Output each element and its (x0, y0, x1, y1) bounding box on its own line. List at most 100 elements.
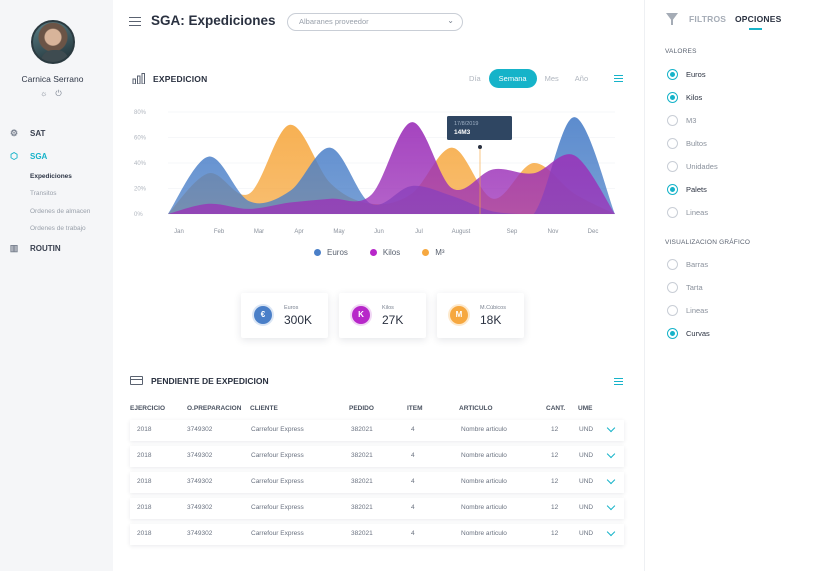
options-panel: FILTROS OPCIONES VALORES Euros Kilos M3 … (644, 0, 816, 571)
cell-cantidad: 12 (551, 530, 559, 537)
radio-icon[interactable] (667, 184, 678, 195)
option-lineas-grafico[interactable]: Lineas (667, 305, 708, 316)
legend-item-kilos[interactable]: Kilos (369, 248, 401, 257)
table-row[interactable]: 2018 3749302 Carrefour Express 382021 4 … (130, 498, 624, 519)
column-header[interactable]: O.PREPARACION (187, 405, 241, 412)
chevron-down-icon[interactable] (606, 501, 616, 511)
legend-item-m3[interactable]: M³ (422, 248, 445, 257)
radio-icon[interactable] (667, 69, 678, 80)
column-header[interactable]: ITEM (407, 405, 423, 412)
table-row[interactable]: 2018 3749302 Carrefour Express 382021 4 … (130, 420, 624, 441)
option-m3[interactable]: M3 (667, 115, 696, 126)
period-day[interactable]: Día (461, 69, 489, 88)
column-header[interactable]: CANT. (546, 405, 565, 412)
x-tick-label: Mar (254, 229, 264, 235)
kilos-icon: K (352, 306, 370, 324)
table-row[interactable]: 2018 3749302 Carrefour Express 382021 4 … (130, 446, 624, 467)
column-header[interactable]: UME (578, 405, 592, 412)
table-row[interactable]: 2018 3749302 Carrefour Express 382021 4 … (130, 524, 624, 545)
radio-icon[interactable] (667, 115, 678, 126)
radio-icon[interactable] (667, 259, 678, 270)
hamburger-menu-icon[interactable] (129, 17, 141, 26)
option-label: Lineas (686, 208, 709, 217)
tooltip-point (478, 145, 482, 149)
kpi-card-cubic-meters: M M.Cúbicos 18K (437, 293, 524, 338)
table-row[interactable]: 2018 3749302 Carrefour Express 382021 4 … (130, 472, 624, 493)
cell-ejercicio: 2018 (137, 426, 152, 433)
chevron-down-icon[interactable] (606, 449, 616, 459)
x-tick-label: Jan (174, 229, 184, 235)
settings-icon[interactable]: ☼ (40, 89, 47, 98)
filter-icon[interactable] (666, 13, 678, 25)
option-tarta[interactable]: Tarta (667, 282, 703, 293)
legend-item-euros[interactable]: Euros (314, 248, 348, 257)
radio-icon[interactable] (667, 282, 678, 293)
column-header[interactable]: PEDIDO (349, 405, 374, 412)
sidebar-subitem-transitos[interactable]: Transitos (30, 190, 108, 200)
period-month[interactable]: Mes (537, 69, 567, 88)
radio-icon[interactable] (667, 92, 678, 103)
option-barras[interactable]: Barras (667, 259, 708, 270)
cell-cliente: Carrefour Express (251, 504, 304, 511)
radio-icon[interactable] (667, 161, 678, 172)
column-header[interactable]: EJERCICIO (130, 405, 165, 412)
provider-select[interactable]: Albaranes proveedor ⌄ (287, 13, 463, 31)
cell-articulo: Nombre articulo (461, 452, 507, 459)
tab-filtros[interactable]: FILTROS (689, 14, 726, 24)
cell-preparacion: 3749302 (187, 426, 213, 433)
chart-menu-icon[interactable] (614, 75, 623, 82)
kpi-value: 27K (382, 313, 404, 327)
cell-preparacion: 3749302 (187, 452, 213, 459)
cell-articulo: Nombre articulo (461, 426, 507, 433)
chevron-down-icon[interactable] (606, 527, 616, 537)
cell-articulo: Nombre articulo (461, 504, 507, 511)
bar-chart-icon (132, 73, 145, 84)
option-bultos[interactable]: Bultos (667, 138, 707, 149)
x-tick-label: May (333, 229, 344, 235)
tooltip-value: 14M3 (454, 129, 471, 136)
chevron-down-icon[interactable] (606, 423, 616, 433)
option-kilos[interactable]: Kilos (667, 92, 702, 103)
avatar[interactable] (31, 20, 75, 64)
sidebar-subitem-ordenes-trabajo[interactable]: Ordenes de trabajo (30, 225, 108, 235)
sidebar-item-sga[interactable]: ⬡ SGA (8, 150, 108, 162)
cell-item: 4 (411, 478, 415, 485)
radio-icon[interactable] (667, 305, 678, 316)
kpi-value: 300K (284, 313, 313, 327)
option-curvas[interactable]: Curvas (667, 328, 710, 339)
option-euros[interactable]: Euros (667, 69, 706, 80)
period-week[interactable]: Semana (488, 69, 537, 88)
option-unidades[interactable]: Unidades (667, 161, 718, 172)
period-year[interactable]: Año (567, 69, 596, 88)
radio-icon[interactable] (667, 328, 678, 339)
table-menu-icon[interactable] (614, 378, 623, 385)
cell-preparacion: 3749302 (187, 504, 213, 511)
radio-icon[interactable] (667, 207, 678, 218)
option-palets[interactable]: Palets (667, 184, 707, 195)
power-icon[interactable]: ⏻ (55, 89, 61, 98)
cell-ume: UND (579, 452, 594, 459)
radio-icon[interactable] (667, 138, 678, 149)
select-value: Albaranes proveedor (299, 17, 369, 26)
cell-ume: UND (579, 504, 594, 511)
sidebar-item-sat[interactable]: ⚙ SAT (8, 127, 108, 139)
cell-cliente: Carrefour Express (251, 530, 304, 537)
x-tick-label: Nov (548, 229, 559, 235)
cell-pedido: 382021 (351, 478, 373, 485)
option-label: Barras (686, 260, 709, 269)
legend-dot (369, 249, 377, 256)
sidebar-item-label: SGA (30, 151, 48, 161)
column-header[interactable]: CLIENTE (250, 405, 278, 412)
column-header[interactable]: ARTICULO (459, 405, 493, 412)
cell-pedido: 382021 (351, 504, 373, 511)
cell-articulo: Nombre articulo (461, 478, 507, 485)
sidebar-item-routin[interactable]: ▥ ROUTIN (8, 243, 108, 255)
cell-pedido: 382021 (351, 426, 373, 433)
legend-label: Kilos (382, 248, 401, 257)
sidebar-subitem-expediciones[interactable]: Expediciones (30, 173, 108, 183)
sidebar-subitem-ordenes-almacen[interactable]: Ordenes de almacen (30, 208, 108, 218)
chevron-down-icon[interactable] (606, 475, 616, 485)
option-lineas[interactable]: Lineas (667, 207, 708, 218)
tab-opciones[interactable]: OPCIONES (735, 14, 781, 24)
option-label: M3 (686, 116, 697, 125)
